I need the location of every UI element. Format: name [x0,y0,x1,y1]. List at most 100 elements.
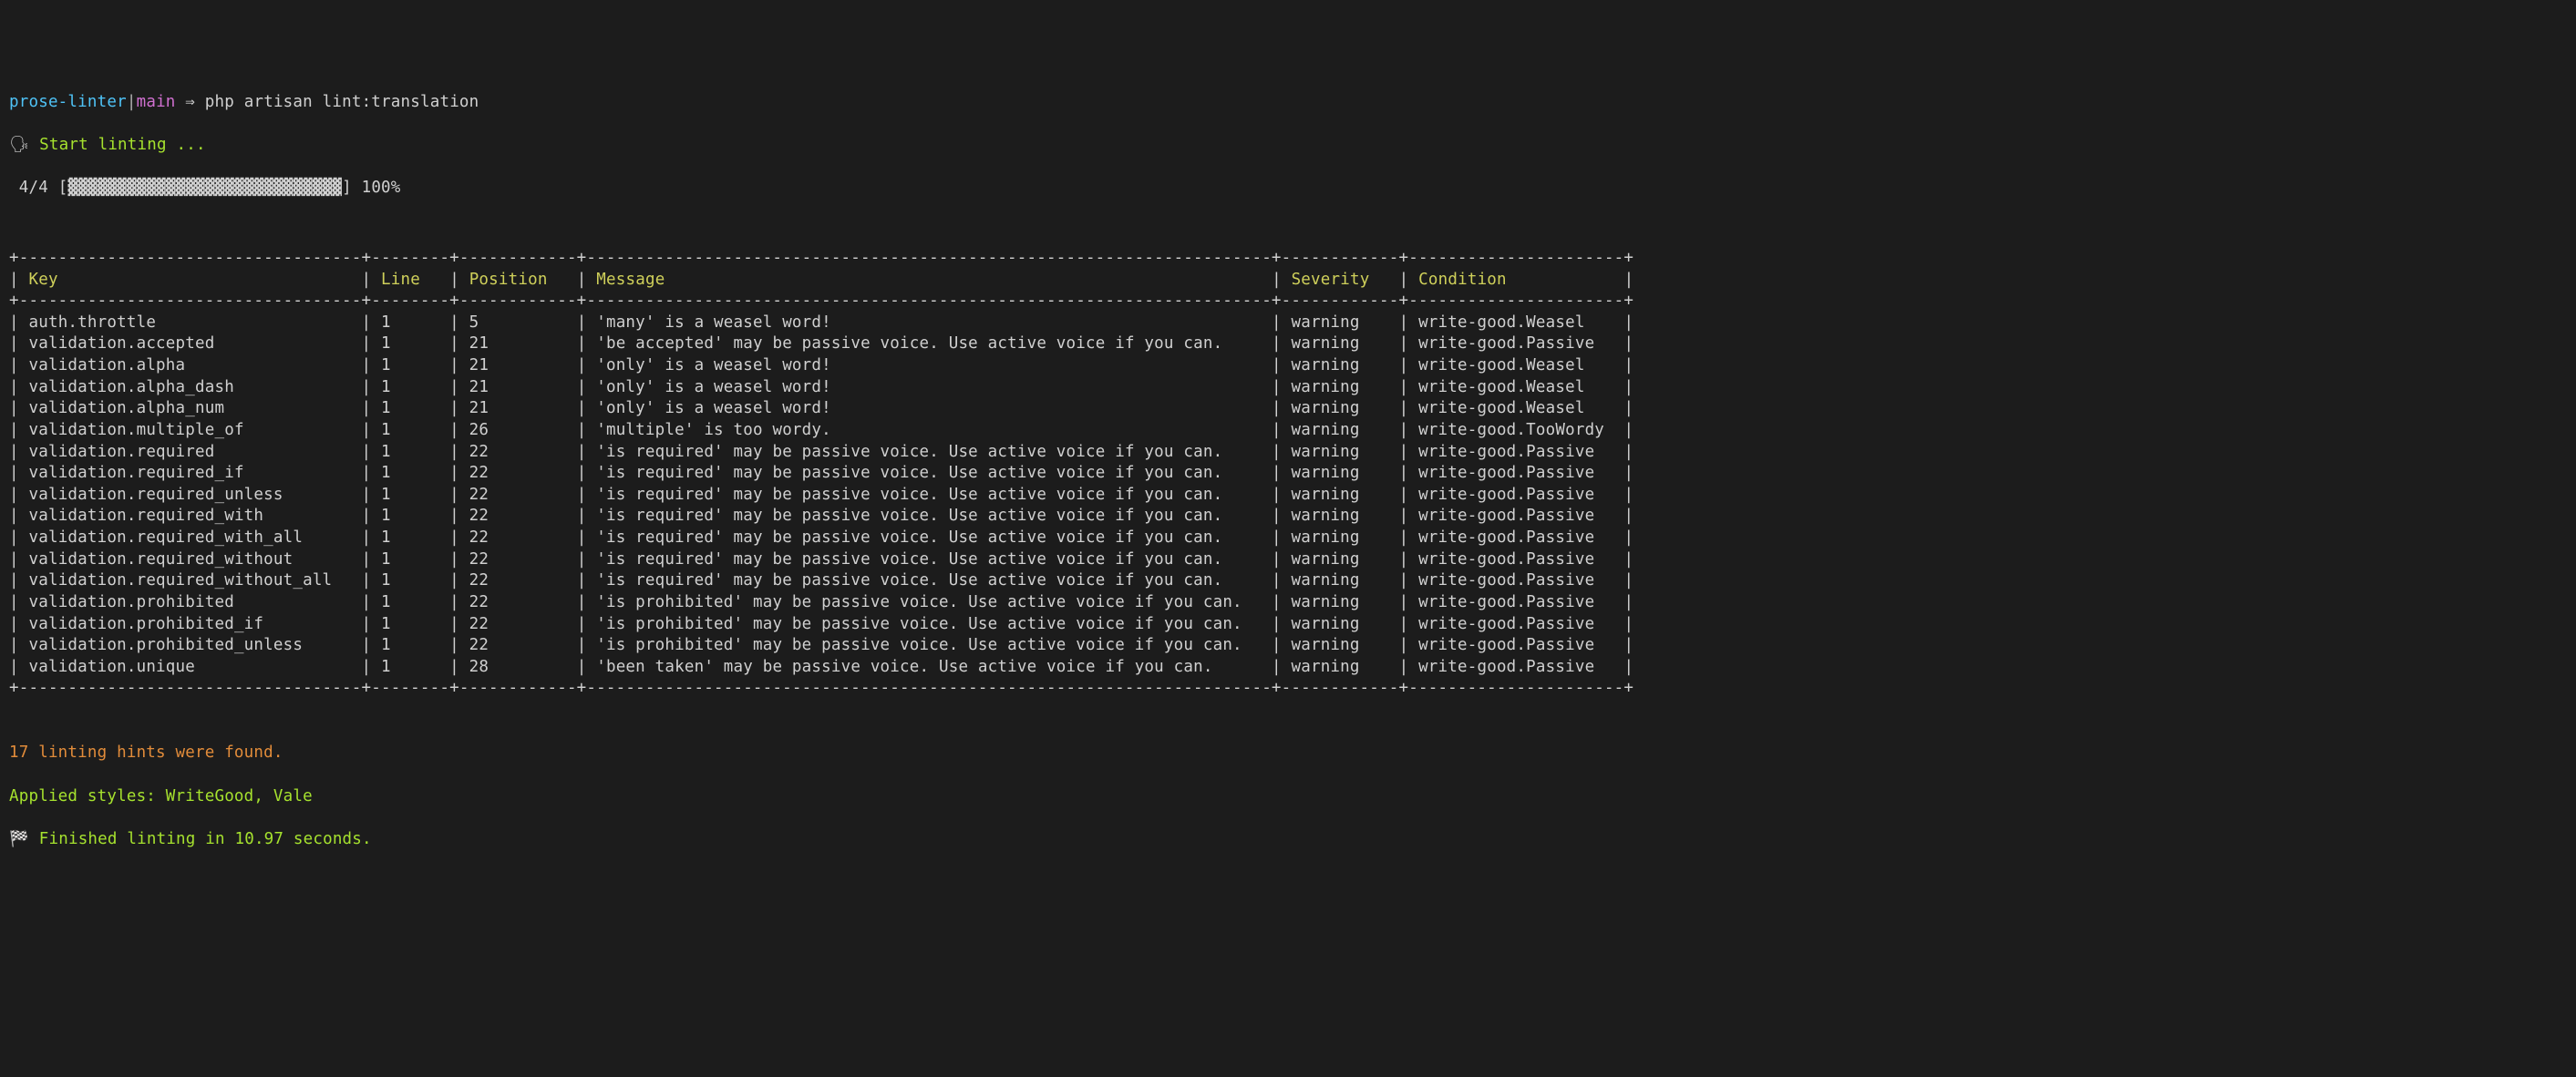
speaking-head-icon: 🗣 [9,136,29,154]
table-cell: write-good.Passive [1418,528,1614,547]
progress-total: 4 [38,179,48,197]
prompt-arrow-icon: ⇒ [185,93,195,111]
prompt-line[interactable]: prose-linter|main ⇒ php artisan lint:tra… [9,92,2567,114]
table-cell: 1 [381,593,439,611]
table-cell: 'is required' may be passive voice. Use … [596,443,1262,461]
table-cell: 'only' is a weasel word! [596,399,1262,417]
table-cell: write-good.Passive [1418,636,1614,654]
table-cell: 21 [469,378,567,396]
table-cell: validation.required_without_all [28,571,351,590]
table-row: | validation.required_with_all | 1 | 22 … [9,528,2567,549]
table-cell: write-good.Passive [1418,443,1614,461]
table-cell: validation.alpha_num [28,399,351,417]
table-cell: write-good.Passive [1418,550,1614,569]
table-cell: 22 [469,507,567,525]
table-cell: 1 [381,615,439,633]
table-header-row: | Key | Line | Position | Message | Seve… [9,270,2567,292]
start-line: 🗣 Start linting ... [9,135,2567,157]
table-cell: warning [1291,313,1388,332]
table-cell: 22 [469,486,567,504]
table-cell: write-good.Weasel [1418,378,1614,396]
table-cell: warning [1291,486,1388,504]
start-linting-text: Start linting ... [39,136,206,154]
table-cell: warning [1291,464,1388,482]
table-row: | validation.required_without_all | 1 | … [9,570,2567,592]
summary-styles: Applied styles: WriteGood, Vale [9,786,2567,808]
table-row: | validation.accepted | 1 | 21 | 'be acc… [9,333,2567,355]
table-cell: auth.throttle [28,313,351,332]
table-row: | validation.required_without | 1 | 22 |… [9,549,2567,571]
table-cell: 22 [469,615,567,633]
table-cell: validation.alpha [28,356,351,374]
table-header-cell: Key [29,271,352,289]
table-cell: 'been taken' may be passive voice. Use a… [596,658,1262,676]
prompt-branch: main [137,93,176,111]
table-cell: 1 [381,507,439,525]
table-cell: 1 [381,636,439,654]
table-cell: write-good.Passive [1418,593,1614,611]
table-cell: warning [1291,528,1388,547]
table-cell: 'is prohibited' may be passive voice. Us… [596,615,1262,633]
table-cell: validation.required_unless [28,486,351,504]
table-row: | validation.prohibited | 1 | 22 | 'is p… [9,592,2567,614]
table-cell: 21 [469,334,567,353]
table-cell: 1 [381,486,439,504]
table-cell: warning [1291,636,1388,654]
table-cell: validation.accepted [28,334,351,353]
table-cell: validation.required_if [28,464,351,482]
table-cell: 'is required' may be passive voice. Use … [596,486,1262,504]
table-cell: 1 [381,464,439,482]
table-cell: write-good.Passive [1418,658,1614,676]
progress-percent: 100% [362,179,401,197]
table-cell: write-good.TooWordy [1418,421,1614,439]
table-row: | validation.required_if | 1 | 22 | 'is … [9,463,2567,485]
table-cell: validation.alpha_dash [28,378,351,396]
table-cell: 28 [469,658,567,676]
table-cell: 'is required' may be passive voice. Use … [596,464,1262,482]
checkered-flag-icon: 🏁 [9,830,29,848]
table-cell: write-good.Weasel [1418,399,1614,417]
table-cell: 1 [381,334,439,353]
table-cell: 1 [381,313,439,332]
table-cell: validation.unique [28,658,351,676]
table-cell: warning [1291,658,1388,676]
table-cell: 'multiple' is too wordy. [596,421,1262,439]
table-row: | auth.throttle | 1 | 5 | 'many' is a we… [9,313,2567,334]
table-cell: 22 [469,443,567,461]
lint-results-table: +-----------------------------------+---… [9,248,2567,700]
prompt-project: prose-linter [9,93,127,111]
table-cell: 22 [469,528,567,547]
table-separator: +-----------------------------------+---… [9,291,2567,313]
table-cell: 1 [381,356,439,374]
table-header-cell: Severity [1292,271,1389,289]
table-cell: warning [1291,334,1388,353]
table-cell: warning [1291,356,1388,374]
table-cell: warning [1291,593,1388,611]
table-cell: validation.required_with_all [28,528,351,547]
table-cell: validation.required [28,443,351,461]
table-cell: 1 [381,550,439,569]
table-cell: 22 [469,550,567,569]
table-cell: warning [1291,507,1388,525]
table-cell: warning [1291,571,1388,590]
table-cell: write-good.Passive [1418,615,1614,633]
table-cell: validation.required_with [28,507,351,525]
table-header-cell: Position [469,271,567,289]
table-cell: validation.multiple_of [28,421,351,439]
summary-finished: 🏁 Finished linting in 10.97 seconds. [9,829,2567,851]
table-separator: +-----------------------------------+---… [9,248,2567,270]
table-cell: 1 [381,399,439,417]
table-cell: write-good.Passive [1418,486,1614,504]
table-cell: warning [1291,421,1388,439]
table-cell: 'is required' may be passive voice. Use … [596,571,1262,590]
table-row: | validation.prohibited_unless | 1 | 22 … [9,635,2567,657]
table-cell: 'is required' may be passive voice. Use … [596,507,1262,525]
table-row: | validation.alpha | 1 | 21 | 'only' is … [9,355,2567,377]
table-row: | validation.alpha_num | 1 | 21 | 'only'… [9,398,2567,420]
table-cell: 1 [381,443,439,461]
table-cell: 22 [469,636,567,654]
table-cell: write-good.Weasel [1418,356,1614,374]
table-cell: validation.prohibited_if [28,615,351,633]
table-cell: 1 [381,528,439,547]
table-cell: 1 [381,421,439,439]
